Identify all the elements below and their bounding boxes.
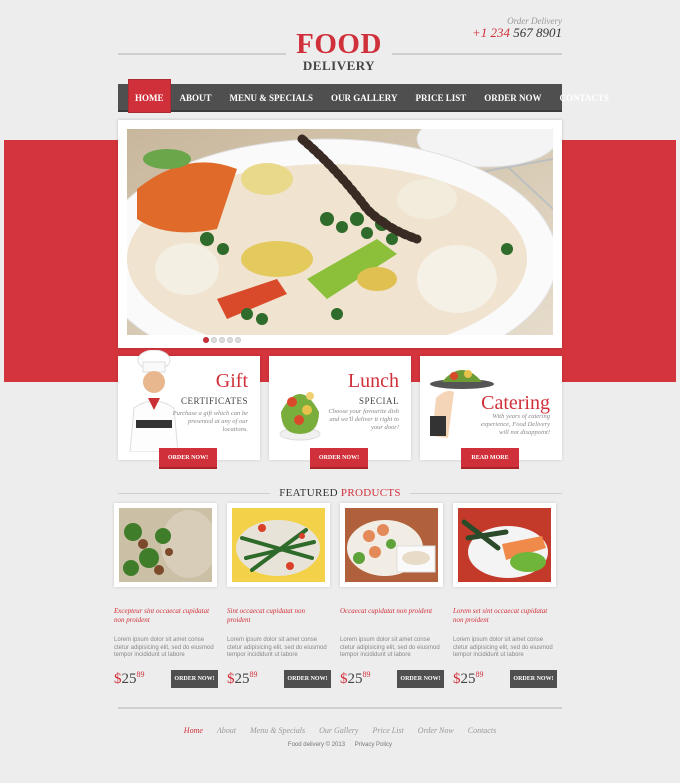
footer-link-contacts[interactable]: Contacts <box>468 726 496 735</box>
footer-link-about[interactable]: About <box>217 726 236 735</box>
chef-icon <box>129 350 179 452</box>
promo-catering: Catering With years of catering experien… <box>420 356 562 460</box>
promo-title: Gift <box>215 370 248 392</box>
footer-link-menu-specials[interactable]: Menu & Specials <box>250 726 305 735</box>
product-description: Lorem ipsum dolor sit amet conse ctetur … <box>340 637 440 658</box>
product-card: Excepteur sint occaecat cupidatat non pr… <box>114 503 218 688</box>
featured-divider-left <box>118 493 270 494</box>
price-whole: 25 <box>234 671 250 687</box>
nav-item-price-list[interactable]: PRICE LIST <box>406 84 475 112</box>
price-cents: 89 <box>249 670 258 679</box>
logo-sub-text: DELIVERY <box>302 58 376 73</box>
promo-subtitle: SPECIAL <box>358 396 399 406</box>
featured-heading-highlight: PRODUCTS <box>340 487 401 499</box>
promo-description: With years of catering experience, Food … <box>480 413 550 436</box>
catering-read-more-button[interactable]: READ MORE <box>461 448 519 469</box>
hero-food-image <box>127 129 553 335</box>
product-order-now-button[interactable]: ORDER NOW! <box>397 670 444 688</box>
header-divider-right <box>392 53 562 55</box>
main-nav: HOME ABOUT MENU & SPECIALS OUR GALLERY P… <box>118 79 609 113</box>
slider-dot-5[interactable] <box>235 337 241 343</box>
price-cents: 89 <box>136 670 145 679</box>
product-image[interactable] <box>227 503 330 587</box>
lunch-order-now-button[interactable]: ORDER NOW! <box>310 448 368 469</box>
product-description: Lorem ipsum dolor sit amet conse ctetur … <box>453 637 553 658</box>
slider-dot-3[interactable] <box>219 337 225 343</box>
product-description: Lorem ipsum dolor sit amet conse ctetur … <box>227 637 327 658</box>
footer-link-home[interactable]: Home <box>184 726 203 735</box>
nav-item-contacts[interactable]: CONTACTS <box>551 84 618 112</box>
product-title[interactable]: Lorem set sint occaecat cupidatat non pr… <box>453 607 556 627</box>
footer-link-our-gallery[interactable]: Our Gallery <box>319 726 358 735</box>
promo-lunch-special: Lunch SPECIAL Choose your favourite dish… <box>269 356 411 460</box>
slider-dot-2[interactable] <box>211 337 217 343</box>
footer-link-price-list[interactable]: Price List <box>372 726 403 735</box>
phone-number: 567 8901 <box>513 25 562 40</box>
product-card: Lorem set sint occaecat cupidatat non pr… <box>453 503 557 688</box>
nav-item-menu-specials[interactable]: MENU & SPECIALS <box>221 84 323 112</box>
featured-heading-plain: FEATURED <box>279 487 338 499</box>
price-cents: 89 <box>362 670 371 679</box>
featured-products-heading: FEATURED PRODUCTS <box>270 487 410 499</box>
footer-divider <box>118 707 562 709</box>
product-order-now-button[interactable]: ORDER NOW! <box>171 670 218 688</box>
price-cents: 89 <box>475 670 484 679</box>
price-whole: 25 <box>121 671 137 687</box>
product-image[interactable] <box>453 503 556 587</box>
nav-item-about[interactable]: ABOUT <box>171 84 221 112</box>
product-order-now-button[interactable]: ORDER NOW! <box>284 670 331 688</box>
copyright-text: Food delivery © 2013 <box>287 742 346 748</box>
promo-title: Catering <box>481 392 550 414</box>
featured-divider-right <box>410 493 562 494</box>
price-currency: $ <box>227 671 235 687</box>
price-currency: $ <box>340 671 348 687</box>
price-whole: 25 <box>460 671 476 687</box>
product-description: Lorem ipsum dolor sit amet conse ctetur … <box>114 637 214 658</box>
lunch-dish-image <box>279 392 321 441</box>
product-price: $2589 <box>227 670 258 688</box>
site-header: FOOD DELIVERY Order Delivery +1 234 567 … <box>0 0 680 80</box>
gift-order-now-button[interactable]: ORDER NOW! <box>159 448 217 469</box>
phone-prefix: +1 234 <box>471 25 510 40</box>
header-divider-left <box>118 53 286 55</box>
nav-item-home[interactable]: HOME <box>128 79 171 113</box>
product-card: Occaecat cupidatat non proident Lorem ip… <box>340 503 444 688</box>
order-phone[interactable]: +1 234 567 8901 <box>472 25 562 41</box>
slider-pagination <box>0 337 444 343</box>
product-image[interactable] <box>114 503 217 587</box>
copyright-line: Food delivery © 2013 Privacy Policy <box>0 742 680 748</box>
slider-dot-4[interactable] <box>227 337 233 343</box>
footer-link-order-now[interactable]: Order Now <box>418 726 454 735</box>
product-price: $2589 <box>114 670 145 688</box>
slider-dot-1[interactable] <box>203 337 209 343</box>
hero-slider[interactable] <box>118 120 562 348</box>
product-image[interactable] <box>340 503 443 587</box>
product-card: Sint occaecat cupidatat non proident Lor… <box>227 503 331 688</box>
nav-item-our-gallery[interactable]: OUR GALLERY <box>322 84 406 112</box>
product-title[interactable]: Excepteur sint occaecat cupidatat non pr… <box>114 607 217 627</box>
logo-main-text: FOOD <box>296 28 382 60</box>
footer-nav: Home About Menu & Specials Our Gallery P… <box>0 726 680 735</box>
price-currency: $ <box>114 671 122 687</box>
product-title[interactable]: Sint occaecat cupidatat non proident <box>227 607 330 627</box>
promo-description: Purchase a gift which can be presented a… <box>172 410 248 433</box>
promo-subtitle: CERTIFICATES <box>181 396 248 406</box>
promo-title: Lunch <box>347 370 399 392</box>
product-order-now-button[interactable]: ORDER NOW! <box>510 670 557 688</box>
price-whole: 25 <box>347 671 363 687</box>
promo-gift-certificates: Gift CERTIFICATES Purchase a gift which … <box>118 350 260 460</box>
product-price: $2589 <box>453 670 484 688</box>
nav-item-order-now[interactable]: ORDER NOW <box>475 84 550 112</box>
product-title[interactable]: Occaecat cupidatat non proident <box>340 607 443 627</box>
site-logo[interactable]: FOOD DELIVERY <box>286 30 392 73</box>
privacy-policy-link[interactable]: Privacy Policy <box>355 742 392 748</box>
product-price: $2589 <box>340 670 371 688</box>
price-currency: $ <box>453 671 461 687</box>
promo-description: Choose your favourite dish and we'll del… <box>328 408 399 431</box>
